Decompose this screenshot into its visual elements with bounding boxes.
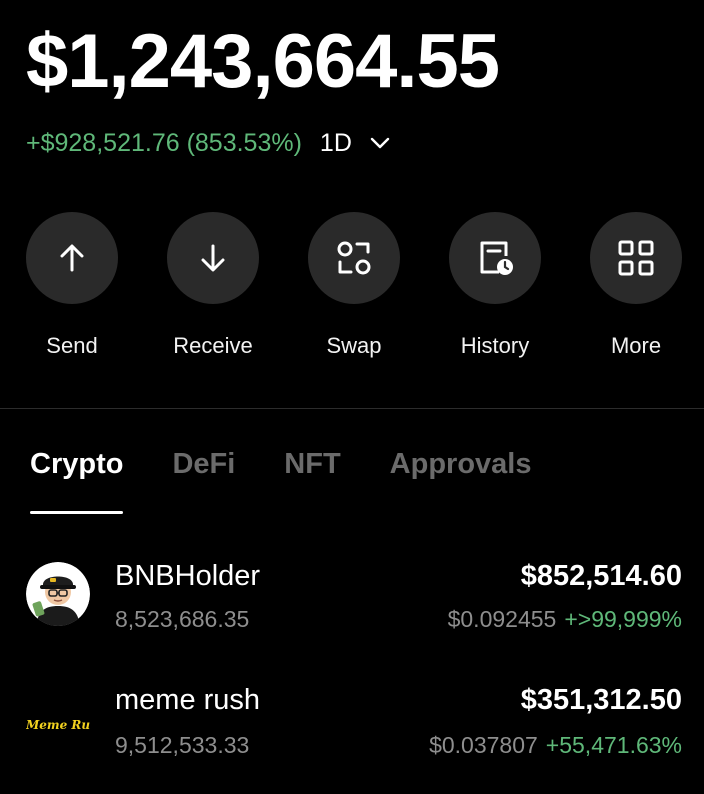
tab-approvals-label: Approvals [389,448,532,480]
arrow-down-icon [201,244,225,272]
tab-defi[interactable]: DeFi [172,448,235,514]
meme-rush-logo-text: Meme Rush [26,718,90,732]
chevron-down-icon [370,137,390,149]
token-row-meme-rush[interactable]: Meme Rush meme rush 9,512,533.33 $351,31… [0,680,704,780]
token-name: meme rush [115,684,261,716]
swap-button[interactable]: Swap [294,212,414,359]
tab-nft[interactable]: NFT [284,448,340,514]
send-label: Send [46,333,98,358]
swap-icon [337,241,371,275]
tab-crypto[interactable]: Crypto [30,448,124,514]
receive-button[interactable]: Receive [153,212,273,359]
receive-label: Receive [173,333,253,358]
token-price-row: $0.037807 +55,471.63% [429,732,682,759]
grid-icon [618,240,654,276]
section-divider [0,408,704,409]
history-icon [480,241,513,275]
portfolio-change: +$928,521.76 (853.53%) [26,128,302,157]
token-price-row: $0.092455 +>99,999% [448,606,682,633]
token-price: $0.092455 [447,606,557,632]
tab-crypto-label: Crypto [30,448,124,480]
period-selector[interactable]: 1D [320,129,390,158]
token-value: $852,514.60 [520,560,682,592]
bnbholder-avatar-icon [26,562,90,626]
more-button[interactable]: More [576,212,696,359]
period-label: 1D [319,128,352,157]
token-amount: 9,512,533.33 [115,732,250,758]
arrow-up-icon [60,244,84,272]
token-value: $351,312.50 [520,684,682,716]
tab-defi-label: DeFi [172,448,236,480]
more-label: More [610,333,662,358]
active-tab-indicator [30,511,124,514]
token-amount: 8,523,686.35 [115,606,250,632]
history-button[interactable]: History [435,212,555,359]
asset-tabs: Crypto DeFi NFT Approvals [30,448,581,514]
swap-label: Swap [326,333,382,358]
portfolio-balance: $1,243,664.55 [26,19,500,104]
portfolio-change-row: +$928,521.76 (853.53%) 1D [26,126,390,160]
send-button[interactable]: Send [12,212,132,359]
token-change: +>99,999% [564,606,682,632]
token-change: +55,471.63% [545,732,682,758]
history-label: History [460,333,530,358]
token-price: $0.037807 [429,732,538,758]
tab-approvals[interactable]: Approvals [390,448,532,514]
meme-rush-logo-icon: Meme Rush [26,692,90,756]
token-name: BNBHolder [115,560,261,592]
token-row-bnbholder[interactable]: BNBHolder 8,523,686.35 $852,514.60 $0.09… [0,550,704,650]
tab-nft-label: NFT [284,448,341,480]
